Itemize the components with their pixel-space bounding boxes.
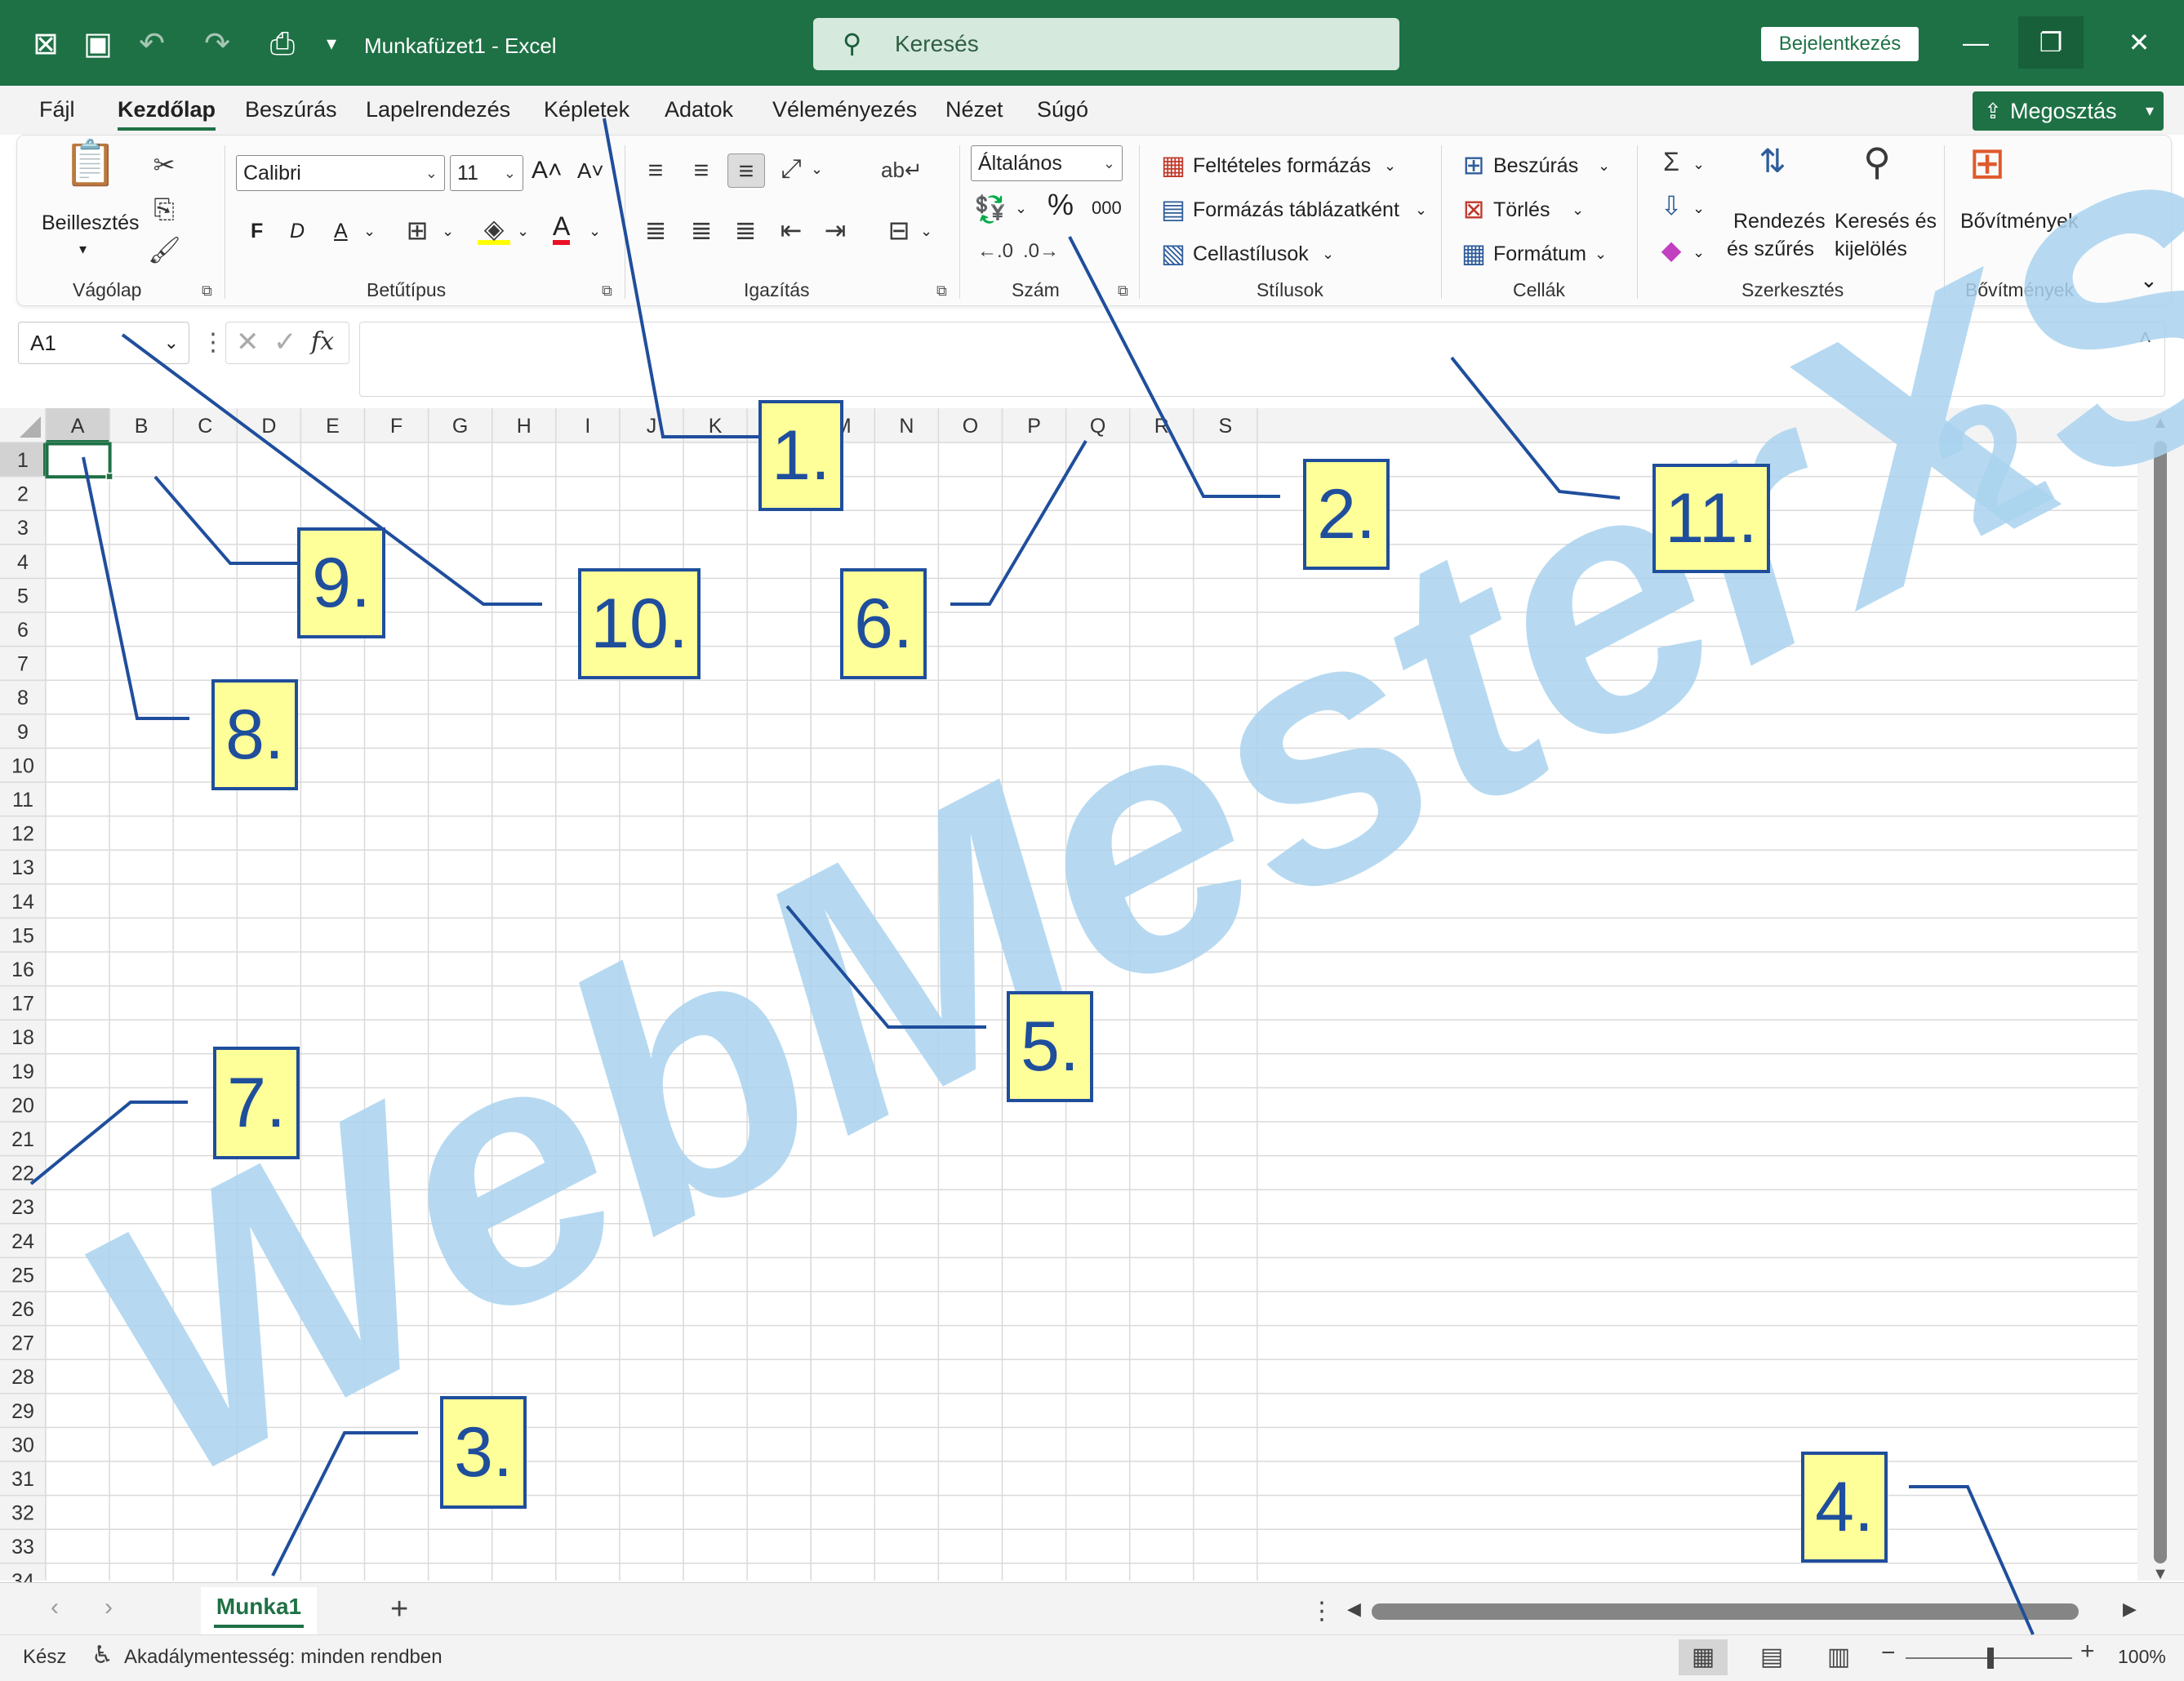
callout-1: 1.	[758, 400, 843, 511]
callout-8: 8.	[211, 679, 298, 790]
callout-2: 2.	[1303, 459, 1390, 570]
callout-line-2	[1068, 236, 1280, 498]
callout-6: 6.	[840, 568, 927, 679]
callout-lines	[29, 118, 2035, 1635]
callout-line-6	[950, 439, 1088, 606]
callout-line-9	[153, 475, 297, 565]
callout-3: 3.	[440, 1396, 527, 1509]
callout-line-11	[1450, 356, 1621, 500]
callout-line-7	[29, 1101, 188, 1185]
callout-11: 11.	[1652, 464, 1770, 573]
callout-line-3	[271, 1431, 418, 1576]
callout-9: 9.	[297, 527, 385, 638]
callout-4: 4.	[1801, 1452, 1888, 1563]
callout-7: 7.	[213, 1047, 300, 1159]
callout-10: 10.	[578, 568, 701, 679]
callout-5: 5.	[1007, 991, 1093, 1102]
callout-line-5	[785, 905, 986, 1029]
callout-line-4	[1909, 1485, 2035, 1635]
callout-line-1	[603, 118, 761, 438]
